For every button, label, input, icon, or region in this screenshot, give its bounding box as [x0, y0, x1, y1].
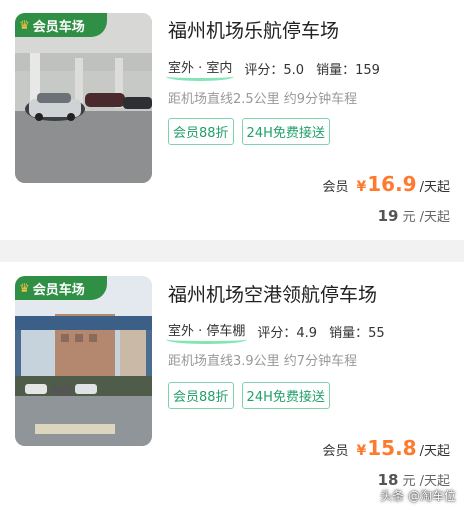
- card-separator: [0, 240, 464, 262]
- original-price-row: 19 元 /天起: [378, 206, 450, 225]
- shuttle-tag: 24H免费接送: [241, 118, 330, 145]
- parking-lot-photo[interactable]: ♛ 会员车场: [15, 13, 152, 183]
- outdoor-parking-image: [15, 276, 152, 446]
- original-price: 19: [377, 207, 399, 225]
- parking-type: 室外 · 室内: [165, 57, 235, 81]
- currency-symbol: ¥: [356, 179, 367, 195]
- price-unit: /天起: [419, 180, 450, 195]
- tag-list: 会员88折 24H免费接送: [168, 118, 330, 145]
- crown-icon: ♛: [19, 281, 30, 295]
- parking-lot-name[interactable]: 福州机场空港领航停车场: [168, 280, 377, 307]
- member-lot-badge: ♛ 会员车场: [15, 13, 107, 37]
- member-price: 16.9: [367, 172, 417, 196]
- member-price-row: 会员 ¥ 16.9 /天起: [322, 172, 450, 196]
- badge-label: 会员车场: [32, 19, 85, 35]
- parking-lot-name[interactable]: 福州机场乐航停车场: [168, 16, 339, 43]
- discount-tag: 会员88折: [168, 118, 234, 145]
- sales-count: 销量：159: [316, 62, 380, 78]
- member-label: 会员: [322, 180, 349, 195]
- parking-lot-photo[interactable]: ♛ 会员车场: [15, 276, 152, 446]
- original-price-unit: 元 /天起: [402, 210, 450, 225]
- parking-listing-card[interactable]: ♛ 会员车场 福州机场乐航停车场 室外 · 室内 评分：5.0 销量：159 距…: [0, 0, 464, 240]
- crown-icon: ♛: [19, 18, 30, 32]
- indoor-parking-image: [15, 13, 152, 183]
- parking-meta: 室外 · 室内 评分：5.0 销量：159: [165, 57, 380, 81]
- badge-label: 会员车场: [32, 282, 85, 298]
- distance-info: 距机场直线2.5公里 约9分钟车程: [168, 92, 358, 107]
- watermark-text: 头条 @淘车位: [380, 489, 456, 503]
- member-lot-badge: ♛ 会员车场: [15, 276, 107, 300]
- rating: 评分：5.0: [244, 62, 305, 78]
